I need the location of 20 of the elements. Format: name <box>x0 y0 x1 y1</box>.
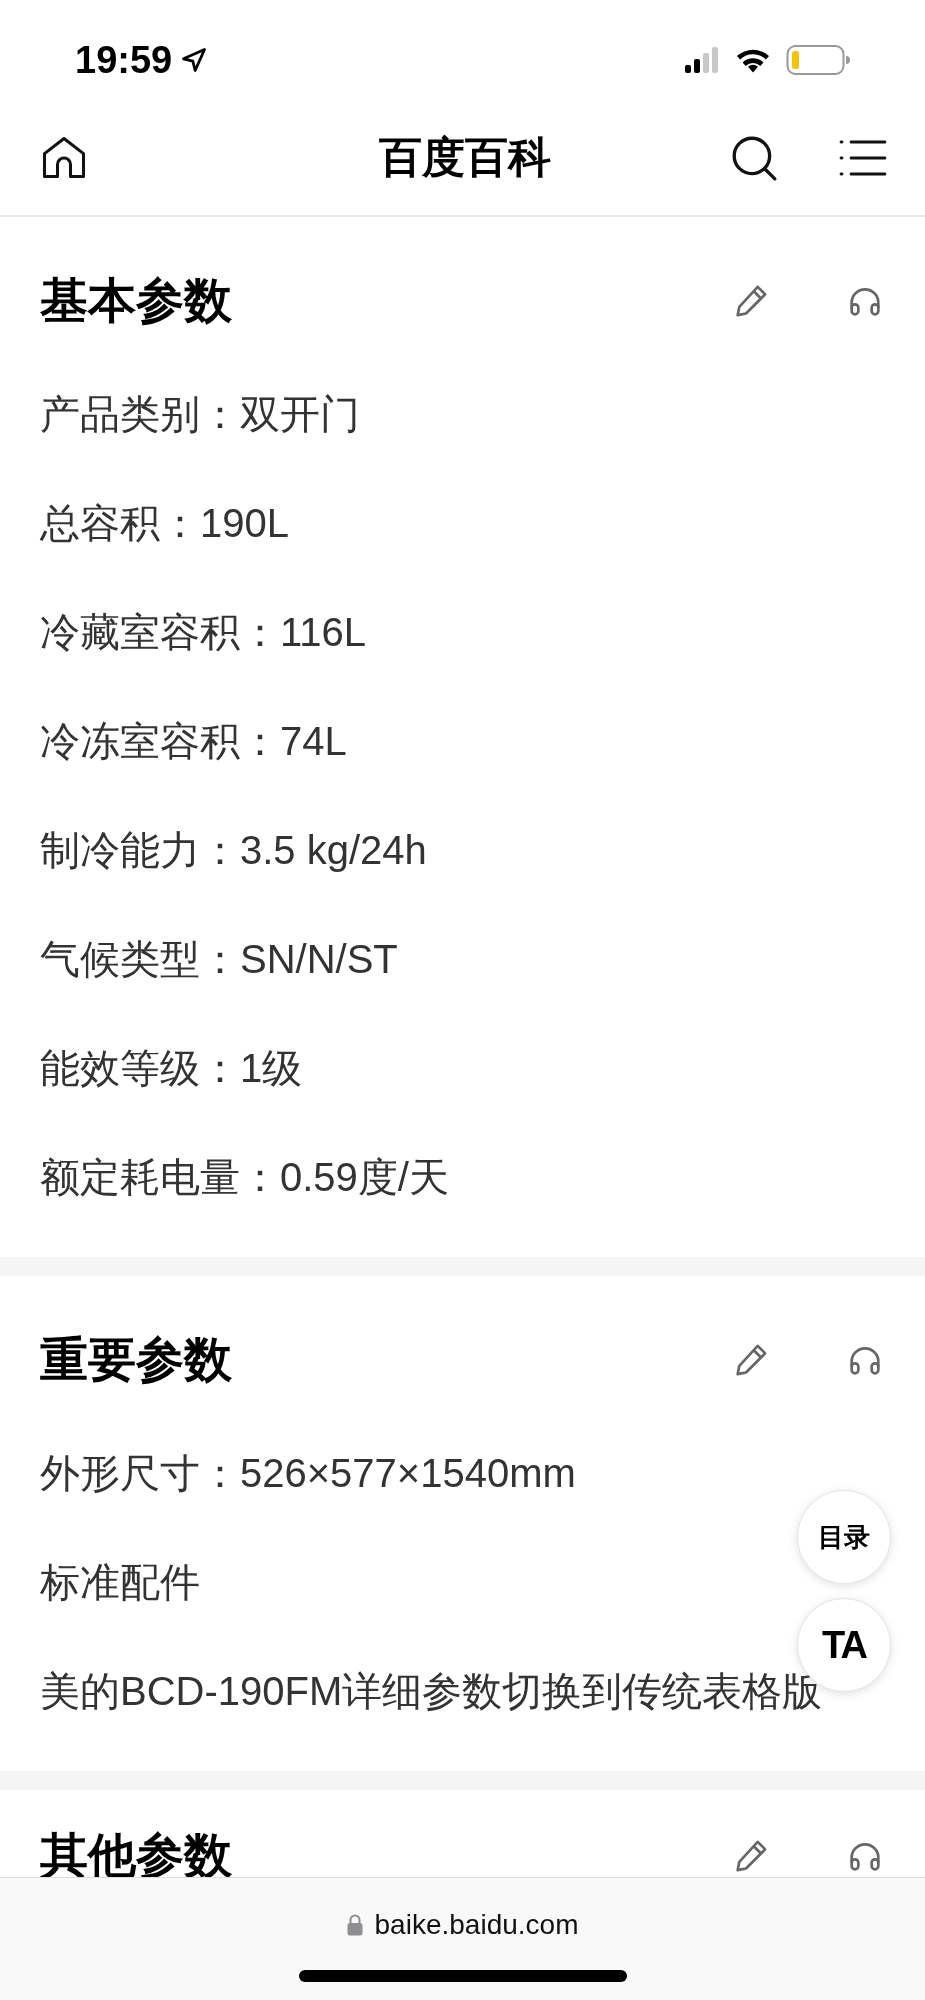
parameter-text: 冷冻室容积：74L <box>40 717 347 765</box>
parameter-text: 制冷能力：3.5 kg/24h <box>40 826 427 874</box>
signal-icon <box>684 46 720 74</box>
parameter-text: 产品类别：双开门 <box>40 390 360 438</box>
lock-icon <box>346 1914 363 1936</box>
site-title: 百度百科 <box>378 132 551 184</box>
battery-icon <box>786 44 850 76</box>
location-arrow-icon <box>180 46 209 74</box>
parameter-text: 外形尺寸：526×577×1540mm <box>40 1449 576 1497</box>
section-title: 重要参数 <box>40 1332 232 1388</box>
parameter-text: 额定耗电量：0.59度/天 <box>40 1153 449 1201</box>
url-text[interactable]: baike.baidu.com <box>374 1904 579 1946</box>
parameter-text: 总容积：190L <box>40 499 289 547</box>
section-title: 其他参数 <box>40 1828 232 1884</box>
parameter-text: 标准配件 <box>40 1558 200 1606</box>
parameter-text: 气候类型：SN/N/ST <box>40 935 398 983</box>
status-time: 19:59 <box>75 37 173 83</box>
section-title: 基本参数 <box>40 273 232 329</box>
parameter-text: 能效等级：1级 <box>40 1044 303 1092</box>
parameter-text: 冷藏室容积：116L <box>40 608 366 656</box>
